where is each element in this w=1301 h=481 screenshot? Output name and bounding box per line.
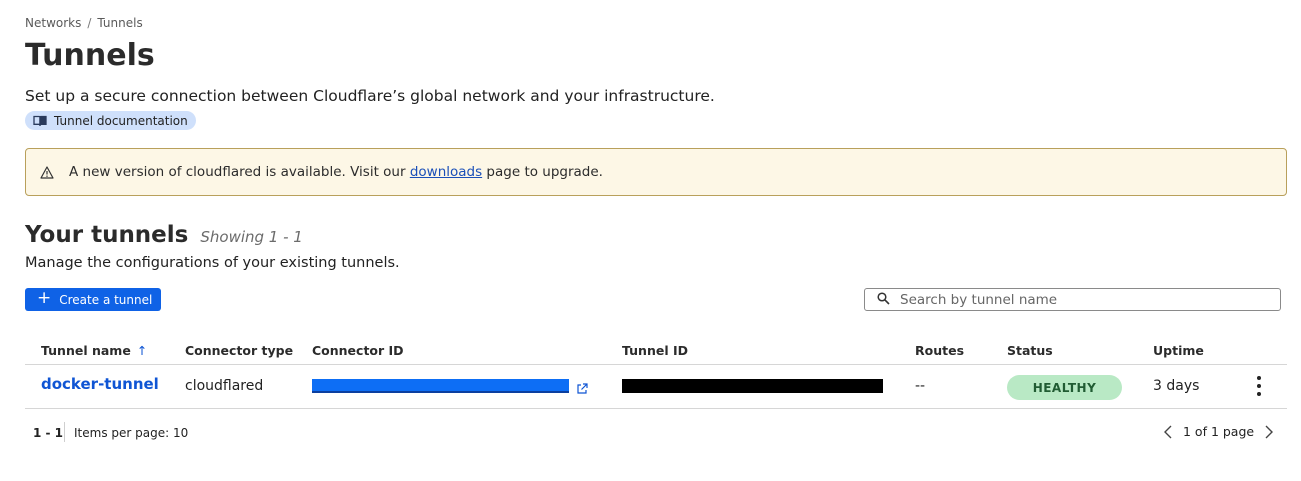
items-per-page[interactable]: Items per page: 10 xyxy=(74,426,188,440)
search-box[interactable] xyxy=(864,288,1281,311)
pagination: 1 of 1 page xyxy=(1163,424,1274,439)
update-banner: A new version of cloudflared is availabl… xyxy=(25,148,1287,196)
external-link-icon[interactable] xyxy=(576,380,588,399)
banner-text-before: A new version of cloudflared is availabl… xyxy=(69,164,410,180)
next-page-icon[interactable] xyxy=(1264,425,1274,439)
footer-divider xyxy=(64,422,65,442)
tunnels-section-title: Your tunnels Showing 1 - 1 xyxy=(25,222,303,248)
row-actions-menu-icon[interactable] xyxy=(1253,376,1265,396)
column-header-tunnel-id: Tunnel ID xyxy=(622,343,688,358)
table-header-divider xyxy=(25,364,1287,365)
book-icon xyxy=(33,115,47,126)
tunnels-section-description: Manage the configurations of your existi… xyxy=(25,255,400,271)
page-title: Tunnels xyxy=(25,38,155,73)
tunnel-name-link[interactable]: docker-tunnel xyxy=(41,375,159,393)
downloads-link[interactable]: downloads xyxy=(410,164,482,180)
status-badge: HEALTHY xyxy=(1007,375,1122,400)
create-tunnel-button[interactable]: + Create a tunnel xyxy=(25,288,161,311)
column-header-status: Status xyxy=(1007,343,1053,358)
table-row-divider xyxy=(25,408,1287,409)
breadcrumb-tunnels: Tunnels xyxy=(97,16,143,30)
showing-count: Showing 1 - 1 xyxy=(200,228,303,246)
section-heading: Your tunnels xyxy=(25,222,189,248)
column-header-connector-type: Connector type xyxy=(185,343,294,358)
tunnel-documentation-label: Tunnel documentation xyxy=(54,113,188,128)
breadcrumb: Networks / Tunnels xyxy=(25,16,143,30)
warning-icon xyxy=(40,165,54,179)
previous-page-icon[interactable] xyxy=(1163,425,1173,439)
search-input[interactable] xyxy=(900,291,1270,308)
connector-id-link-redacted[interactable] xyxy=(312,379,569,393)
connector-type-cell: cloudflared xyxy=(185,378,264,394)
column-label-tunnel-name: Tunnel name xyxy=(41,343,131,358)
create-tunnel-label: Create a tunnel xyxy=(59,292,153,307)
page-indicator: 1 of 1 page xyxy=(1183,424,1255,439)
uptime-cell: 3 days xyxy=(1153,378,1200,394)
page-description: Set up a secure connection between Cloud… xyxy=(25,87,715,105)
column-header-routes: Routes xyxy=(915,343,965,358)
pagination-range: 1 - 1 xyxy=(33,426,64,440)
plus-icon: + xyxy=(37,288,52,308)
routes-cell: -- xyxy=(915,378,926,394)
sort-ascending-icon: ↑ xyxy=(136,343,148,358)
banner-text-after: page to upgrade. xyxy=(482,164,603,180)
column-header-uptime: Uptime xyxy=(1153,343,1204,358)
tunnel-documentation-link[interactable]: Tunnel documentation xyxy=(25,111,196,130)
breadcrumb-networks[interactable]: Networks xyxy=(25,16,81,30)
breadcrumb-separator: / xyxy=(87,16,92,30)
tunnel-id-redacted xyxy=(622,379,883,393)
search-icon xyxy=(877,290,890,309)
column-header-tunnel-name[interactable]: Tunnel name ↑ xyxy=(41,343,147,358)
column-header-connector-id: Connector ID xyxy=(312,343,404,358)
